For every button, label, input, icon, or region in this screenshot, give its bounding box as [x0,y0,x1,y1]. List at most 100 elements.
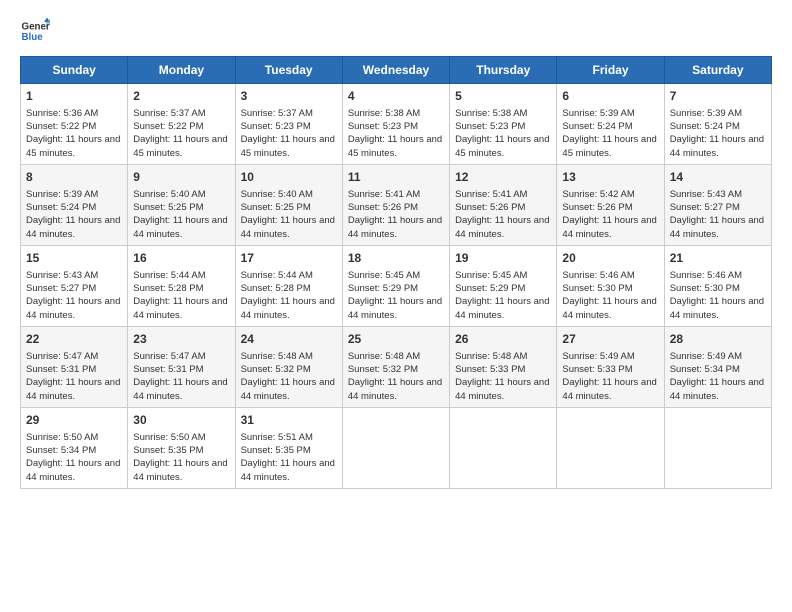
sunrise: Sunrise: 5:39 AM [670,108,742,119]
sunset: Sunset: 5:34 PM [26,445,96,456]
calendar-cell: 13Sunrise: 5:42 AMSunset: 5:26 PMDayligh… [557,164,664,245]
sunset: Sunset: 5:23 PM [241,121,311,132]
day-number: 27 [562,331,658,348]
day-number: 21 [670,250,766,267]
daylight-label: Daylight: 11 hours and 44 minutes. [241,296,335,320]
calendar-cell: 12Sunrise: 5:41 AMSunset: 5:26 PMDayligh… [450,164,557,245]
daylight-label: Daylight: 11 hours and 45 minutes. [455,134,549,158]
sunrise: Sunrise: 5:40 AM [241,189,313,200]
daylight-label: Daylight: 11 hours and 44 minutes. [133,377,227,401]
sunrise: Sunrise: 5:43 AM [26,270,98,281]
day-number: 29 [26,412,122,429]
sunset: Sunset: 5:32 PM [348,364,418,375]
day-number: 30 [133,412,229,429]
daylight-label: Daylight: 11 hours and 44 minutes. [26,215,120,239]
day-number: 4 [348,88,444,105]
sunset: Sunset: 5:22 PM [133,121,203,132]
sunrise: Sunrise: 5:50 AM [133,432,205,443]
sunset: Sunset: 5:28 PM [133,283,203,294]
sunrise: Sunrise: 5:45 AM [348,270,420,281]
sunrise: Sunrise: 5:37 AM [133,108,205,119]
calendar-cell: 3 Sunrise: 5:37 AM Sunset: 5:23 PM Daylight… [235,84,342,165]
day-number: 3 [241,88,337,105]
calendar-cell: 16Sunrise: 5:44 AMSunset: 5:28 PMDayligh… [128,245,235,326]
calendar-cell: 28Sunrise: 5:49 AMSunset: 5:34 PMDayligh… [664,326,771,407]
sunrise: Sunrise: 5:43 AM [670,189,742,200]
day-number: 23 [133,331,229,348]
sunset: Sunset: 5:23 PM [455,121,525,132]
calendar-cell: 30Sunrise: 5:50 AMSunset: 5:35 PMDayligh… [128,407,235,488]
sunrise: Sunrise: 5:41 AM [455,189,527,200]
calendar-cell: 5 Sunrise: 5:38 AM Sunset: 5:23 PM Daylight… [450,84,557,165]
calendar-week-5: 29 Sunrise: 5:50 AM Sunset: 5:34 PM Dayligh… [21,407,772,488]
sunset: Sunset: 5:33 PM [455,364,525,375]
svg-text:Blue: Blue [22,32,44,43]
sunrise: Sunrise: 5:38 AM [455,108,527,119]
calendar-cell: 22Sunrise: 5:47 AMSunset: 5:31 PMDayligh… [21,326,128,407]
calendar-cell: 1Sunrise: 5:36 AMSunset: 5:22 PMDaylight… [21,84,128,165]
sunrise: Sunrise: 5:44 AM [133,270,205,281]
daylight-label: Daylight: 11 hours and 44 minutes. [562,377,656,401]
sunset: Sunset: 5:26 PM [348,202,418,213]
daylight-label: Daylight: 11 hours and 44 minutes. [133,215,227,239]
sunset: Sunset: 5:22 PM [26,121,96,132]
sunrise: Sunrise: 5:39 AM [26,189,98,200]
sunrise: Sunrise: 5:47 AM [133,351,205,362]
sunrise: Sunrise: 5:38 AM [348,108,420,119]
calendar-cell: 15Sunrise: 5:43 AMSunset: 5:27 PMDayligh… [21,245,128,326]
daylight-label: Daylight: 11 hours and 45 minutes. [26,134,120,158]
day-number: 22 [26,331,122,348]
sunrise: Sunrise: 5:51 AM [241,432,313,443]
calendar-week-4: 22Sunrise: 5:47 AMSunset: 5:31 PMDayligh… [21,326,772,407]
day-number: 8 [26,169,122,186]
sunrise: Sunrise: 5:39 AM [562,108,634,119]
sunset: Sunset: 5:30 PM [670,283,740,294]
calendar-cell [557,407,664,488]
daylight-label: Daylight: 11 hours and 44 minutes. [241,377,335,401]
sunset: Sunset: 5:33 PM [562,364,632,375]
day-number: 10 [241,169,337,186]
day-number: 14 [670,169,766,186]
day-number: 1 [26,88,122,105]
daylight-label: Daylight: 11 hours and 44 minutes. [348,296,442,320]
day-number: 20 [562,250,658,267]
calendar-cell [450,407,557,488]
calendar-cell: 23Sunrise: 5:47 AMSunset: 5:31 PMDayligh… [128,326,235,407]
sunset: Sunset: 5:27 PM [26,283,96,294]
sunset: Sunset: 5:24 PM [670,121,740,132]
sunrise: Sunrise: 5:44 AM [241,270,313,281]
day-number: 5 [455,88,551,105]
day-number: 25 [348,331,444,348]
daylight-label: Daylight: 11 hours and 45 minutes. [562,134,656,158]
calendar-cell: 27Sunrise: 5:49 AMSunset: 5:33 PMDayligh… [557,326,664,407]
calendar-body: 1Sunrise: 5:36 AMSunset: 5:22 PMDaylight… [21,84,772,489]
day-header-wednesday: Wednesday [342,57,449,84]
calendar-cell: 10Sunrise: 5:40 AMSunset: 5:25 PMDayligh… [235,164,342,245]
sunset: Sunset: 5:26 PM [455,202,525,213]
daylight-label: Daylight: 11 hours and 44 minutes. [241,215,335,239]
daylight-label: Daylight: 11 hours and 44 minutes. [455,377,549,401]
day-number: 7 [670,88,766,105]
day-number: 18 [348,250,444,267]
day-number: 9 [133,169,229,186]
sunrise: Sunrise: 5:48 AM [455,351,527,362]
daylight-label: Daylight: 11 hours and 44 minutes. [348,377,442,401]
day-header-thursday: Thursday [450,57,557,84]
daylight-label: Daylight: 11 hours and 44 minutes. [241,458,335,482]
day-number: 28 [670,331,766,348]
calendar-week-2: 8Sunrise: 5:39 AMSunset: 5:24 PMDaylight… [21,164,772,245]
day-number: 26 [455,331,551,348]
daylight-label: Daylight: 11 hours and 44 minutes. [562,296,656,320]
daylight-label: Daylight: 11 hours and 44 minutes. [670,215,764,239]
calendar-cell: 6Sunrise: 5:39 AMSunset: 5:24 PMDaylight… [557,84,664,165]
calendar-cell: 18Sunrise: 5:45 AMSunset: 5:29 PMDayligh… [342,245,449,326]
calendar-cell: 21Sunrise: 5:46 AMSunset: 5:30 PMDayligh… [664,245,771,326]
daylight-label: Daylight: 11 hours and 44 minutes. [348,215,442,239]
sunset: Sunset: 5:35 PM [133,445,203,456]
calendar-cell: 20Sunrise: 5:46 AMSunset: 5:30 PMDayligh… [557,245,664,326]
daylight-label: Daylight: 11 hours and 45 minutes. [241,134,335,158]
daylight-label: Daylight: 11 hours and 44 minutes. [455,296,549,320]
sunrise: Sunrise: 5:37 AM [241,108,313,119]
calendar-cell: 24Sunrise: 5:48 AMSunset: 5:32 PMDayligh… [235,326,342,407]
page-header: General Blue [20,16,772,46]
